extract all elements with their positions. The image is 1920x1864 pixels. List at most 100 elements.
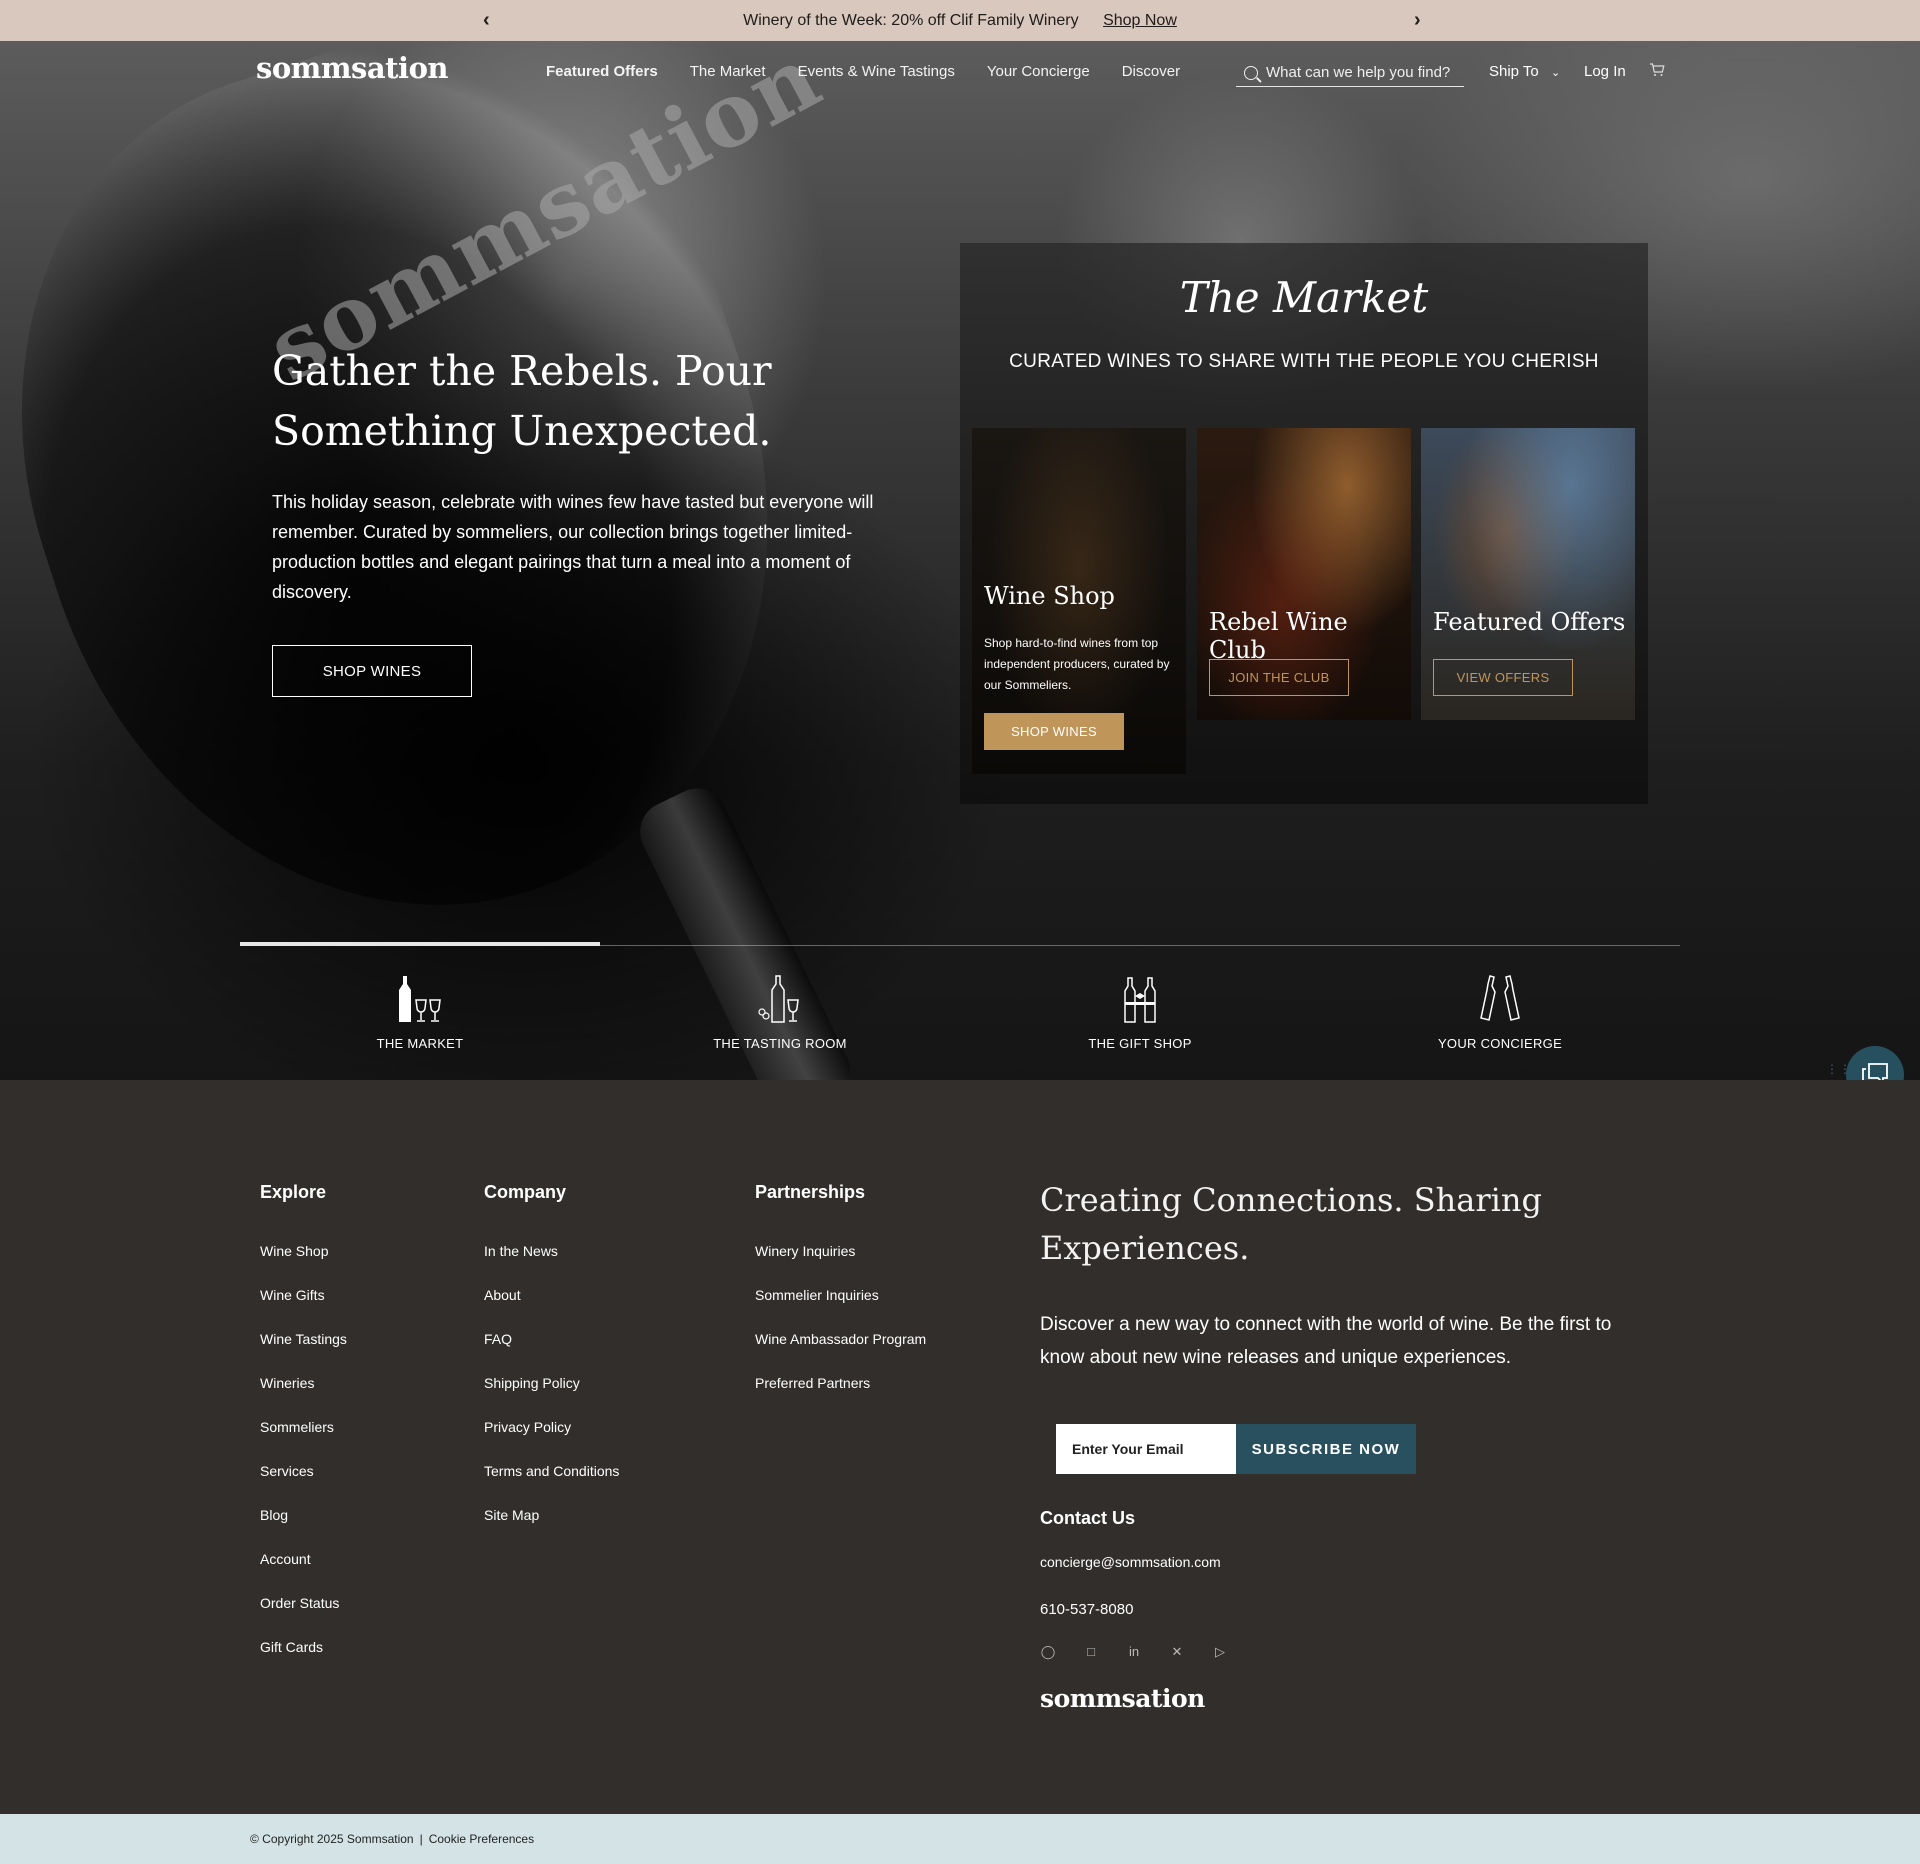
footer-link[interactable]: Sommeliers — [260, 1419, 347, 1463]
tab-label: YOUR CONCIERGE — [1437, 1036, 1563, 1051]
footer-link[interactable]: Wine Gifts — [260, 1287, 347, 1331]
contact-email[interactable]: concierge@sommsation.com — [1040, 1554, 1221, 1570]
copyright-text: © Copyright 2025 Sommsation — [250, 1832, 414, 1846]
separator: | — [419, 1832, 423, 1846]
footer-link[interactable]: About — [484, 1287, 619, 1331]
footer-company: Company In the News About FAQ Shipping P… — [484, 1182, 619, 1551]
youtube-icon[interactable]: ▷ — [1212, 1644, 1228, 1660]
nav-links: Featured Offers The Market Events & Wine… — [546, 63, 1180, 80]
cookie-preferences-link[interactable]: Cookie Preferences — [429, 1832, 534, 1846]
nav-discover[interactable]: Discover — [1122, 63, 1180, 80]
tab-the-market[interactable]: THE MARKET — [270, 966, 570, 1051]
footer-link[interactable]: Site Map — [484, 1507, 619, 1551]
footer-link[interactable]: Blog — [260, 1507, 347, 1551]
gift-bottles-icon — [990, 966, 1290, 1024]
footer: Explore Wine Shop Wine Gifts Wine Tastin… — [0, 1080, 1920, 1814]
footer-heading: Explore — [260, 1182, 327, 1202]
footer-link[interactable]: Services — [260, 1463, 347, 1507]
rebel-wine-club-card[interactable]: Rebel Wine Club JOIN THE CLUB — [1197, 428, 1411, 720]
tasting-icon — [630, 966, 930, 1024]
footer-link[interactable]: FAQ — [484, 1331, 619, 1375]
next-arrow-icon[interactable]: › — [1414, 9, 1421, 32]
nav-concierge[interactable]: Your Concierge — [987, 63, 1090, 80]
instagram-icon[interactable]: ◯ — [1040, 1644, 1056, 1660]
card-shop-wines-button[interactable]: SHOP WINES — [984, 713, 1124, 750]
footer-heading: Company — [484, 1182, 567, 1202]
search-bar — [1236, 59, 1464, 87]
copyright-bar: © Copyright 2025 Sommsation | Cookie Prefe… — [0, 1814, 1920, 1864]
footer-link[interactable]: Sommelier Inquiries — [755, 1287, 926, 1331]
email-field[interactable] — [1056, 1424, 1236, 1474]
tab-concierge[interactable]: YOUR CONCIERGE — [1350, 966, 1650, 1051]
card-title: Featured Offers — [1433, 608, 1626, 636]
footer-headline: Creating Connections. Sharing Experience… — [1040, 1181, 1542, 1267]
contact-heading: Contact Us — [1040, 1508, 1136, 1528]
bottle-glasses-icon — [270, 966, 570, 1024]
copyright-content: © Copyright 2025 Sommsation | Cookie Prefe… — [250, 1832, 534, 1846]
ship-to-dropdown[interactable]: Ship To ⌄ — [1489, 63, 1560, 80]
footer-link[interactable]: Wine Shop — [260, 1243, 347, 1287]
linkedin-icon[interactable]: in — [1126, 1644, 1142, 1660]
footer-heading: Partnerships — [755, 1182, 866, 1202]
announcement-text: Winery of the Week: 20% off Clif Family … — [743, 12, 1079, 29]
footer-link[interactable]: Order Status — [260, 1595, 347, 1639]
ship-to-label: Ship To — [1489, 63, 1539, 80]
footer-link[interactable]: Shipping Policy — [484, 1375, 619, 1419]
footer-link[interactable]: Wine Ambassador Program — [755, 1331, 926, 1375]
market-title: The Market — [1179, 273, 1429, 322]
cart-icon[interactable] — [1649, 63, 1665, 77]
tab-label: THE GIFT SHOP — [1088, 1036, 1192, 1051]
card-description: Shop hard-to-find wines from top indepen… — [984, 636, 1170, 692]
chat-icon — [1862, 1063, 1888, 1080]
contact-phone[interactable]: 610-537-8080 — [1040, 1601, 1133, 1618]
footer-link[interactable]: Wine Tastings — [260, 1331, 347, 1375]
main-nav: sommsation Featured Offers The Market Ev… — [0, 41, 1920, 113]
join-club-button[interactable]: JOIN THE CLUB — [1209, 659, 1349, 696]
footer-link[interactable]: Terms and Conditions — [484, 1463, 619, 1507]
nav-events[interactable]: Events & Wine Tastings — [798, 63, 955, 80]
newsletter-form: SUBSCRIBE NOW — [1056, 1424, 1416, 1474]
tab-gift-shop[interactable]: THE GIFT SHOP — [990, 966, 1290, 1051]
login-link[interactable]: Log In — [1584, 63, 1626, 80]
footer-link[interactable]: Privacy Policy — [484, 1419, 619, 1463]
x-twitter-icon[interactable]: ✕ — [1169, 1644, 1185, 1660]
tab-label: THE TASTING ROOM — [713, 1036, 847, 1051]
announcement-bar: ‹ Winery of the Week: 20% off Clif Famil… — [0, 0, 1920, 41]
social-links: ◯ □ in ✕ ▷ — [1040, 1644, 1228, 1660]
search-icon[interactable] — [1244, 65, 1258, 80]
chevron-down-icon: ⌄ — [1550, 67, 1561, 79]
search-input[interactable] — [1266, 64, 1456, 81]
nav-featured-offers[interactable]: Featured Offers — [546, 63, 658, 80]
hero-section: sommsation sommsation Featured Offers Th… — [0, 41, 1920, 1080]
chat-button[interactable] — [1846, 1046, 1904, 1080]
card-title: Rebel Wine Club — [1209, 608, 1348, 664]
footer-link[interactable]: Winery Inquiries — [755, 1243, 926, 1287]
card-title: Wine Shop — [984, 582, 1115, 610]
footer-link[interactable]: Preferred Partners — [755, 1375, 926, 1419]
footer-link[interactable]: In the News — [484, 1243, 619, 1287]
wine-shop-card[interactable]: Wine Shop Shop hard-to-find wines from t… — [972, 428, 1186, 774]
view-offers-button[interactable]: VIEW OFFERS — [1433, 659, 1573, 696]
footer-description: Discover a new way to connect with the w… — [1040, 1314, 1612, 1368]
hero-description: This holiday season, celebrate with wine… — [272, 492, 874, 602]
footer-partnerships: Partnerships Winery Inquiries Sommelier … — [755, 1182, 926, 1419]
tab-label: THE MARKET — [376, 1036, 464, 1051]
footer-link[interactable]: Wineries — [260, 1375, 347, 1419]
announcement-link[interactable]: Shop Now — [1103, 12, 1177, 29]
footer-link[interactable]: Gift Cards — [260, 1639, 347, 1683]
site-logo[interactable]: sommsation — [256, 51, 449, 85]
featured-offers-card[interactable]: Featured Offers VIEW OFFERS — [1421, 428, 1635, 720]
shop-wines-button[interactable]: SHOP WINES — [272, 645, 472, 697]
market-subtitle: CURATED WINES TO SHARE WITH THE PEOPLE Y… — [1009, 351, 1599, 372]
market-panel: The Market CURATED WINES TO SHARE WITH T… — [960, 243, 1648, 804]
tab-tasting-room[interactable]: THE TASTING ROOM — [630, 966, 930, 1051]
facebook-icon[interactable]: □ — [1083, 1644, 1099, 1660]
footer-explore: Explore Wine Shop Wine Gifts Wine Tastin… — [260, 1182, 347, 1683]
footer-link[interactable]: Account — [260, 1551, 347, 1595]
announcement-message: Winery of the Week: 20% off Clif Family … — [0, 12, 1920, 30]
nav-the-market[interactable]: The Market — [690, 63, 766, 80]
subscribe-button[interactable]: SUBSCRIBE NOW — [1236, 1424, 1416, 1474]
footer-logo[interactable]: sommsation — [1040, 1684, 1205, 1713]
tab-active-indicator — [240, 942, 600, 946]
hero-title: Gather the Rebels. Pour Something Unexpe… — [272, 347, 772, 455]
